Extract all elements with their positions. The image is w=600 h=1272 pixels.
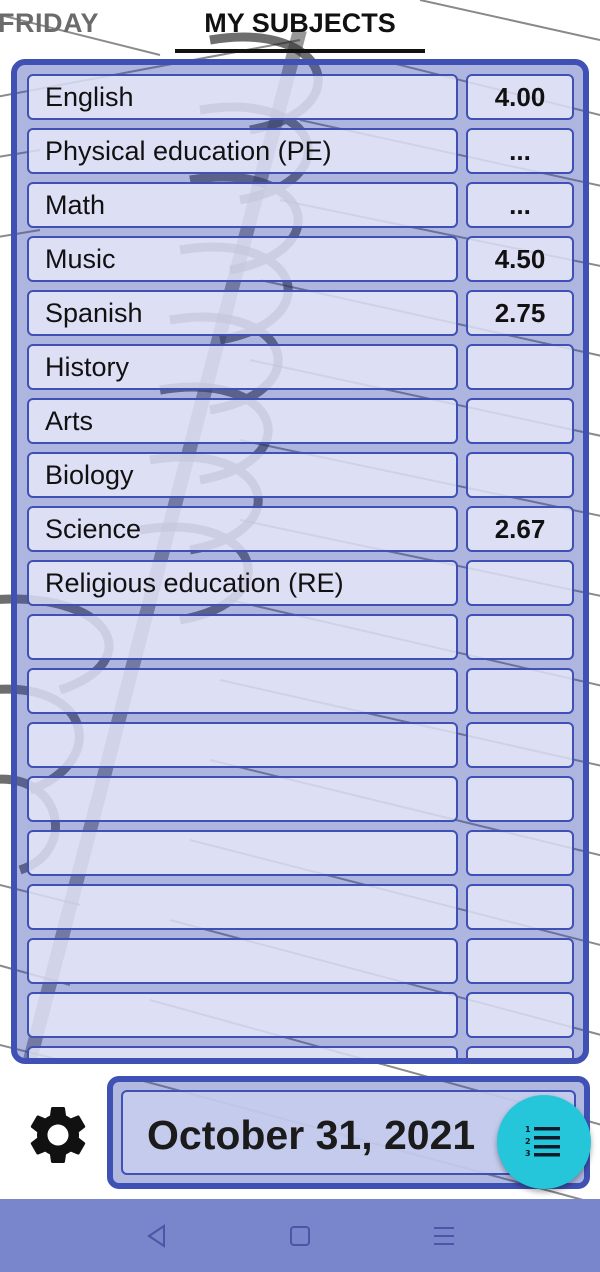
subject-grade-cell[interactable] [466, 1046, 574, 1058]
subject-name-cell[interactable]: Music [27, 236, 458, 282]
subject-grade-cell[interactable] [466, 452, 574, 498]
back-triangle-icon[interactable] [144, 1223, 170, 1249]
subject-name-cell[interactable] [27, 614, 458, 660]
subject-row: Biology [27, 452, 575, 498]
subject-name-cell[interactable] [27, 1046, 458, 1058]
subject-name-cell[interactable] [27, 992, 458, 1038]
subject-name-cell[interactable] [27, 776, 458, 822]
subject-grade-cell[interactable] [466, 884, 574, 930]
subject-name-cell[interactable] [27, 722, 458, 768]
subject-grade-cell[interactable] [466, 776, 574, 822]
subject-name-cell[interactable] [27, 938, 458, 984]
subject-grade-cell[interactable] [466, 398, 574, 444]
subject-row: Physical education (PE)... [27, 128, 575, 174]
subject-name-cell[interactable]: Arts [27, 398, 458, 444]
tab-friday[interactable]: FRIDAY [0, 8, 99, 39]
numbered-list-icon: 1 2 3 [525, 1125, 560, 1158]
subject-grade-cell[interactable] [466, 614, 574, 660]
subject-row: Arts [27, 398, 575, 444]
subject-grade-cell[interactable] [466, 938, 574, 984]
subject-row: English 4.00 [27, 74, 575, 120]
subject-name-cell[interactable]: Spanish [27, 290, 458, 336]
subject-grade-cell[interactable]: ... [466, 128, 574, 174]
tab-my-subjects[interactable]: MY SUBJECTS [175, 8, 425, 39]
subject-grade-cell[interactable] [466, 830, 574, 876]
subject-grade-cell[interactable] [466, 668, 574, 714]
subject-name-cell[interactable]: Science [27, 506, 458, 552]
tab-bar: FRIDAY MY SUBJECTS [0, 0, 600, 56]
gear-icon[interactable] [23, 1100, 93, 1170]
subject-row [27, 614, 575, 660]
subject-name-cell[interactable]: History [27, 344, 458, 390]
subject-row [27, 668, 575, 714]
svg-text:2: 2 [525, 1137, 531, 1146]
subject-row: History [27, 344, 575, 390]
subject-row [27, 830, 575, 876]
subject-name-cell[interactable] [27, 668, 458, 714]
subject-row: Math... [27, 182, 575, 228]
subject-grade-cell[interactable]: 2.67 [466, 506, 574, 552]
subject-grade-cell[interactable] [466, 722, 574, 768]
subject-grade-cell[interactable]: 4.00 [466, 74, 574, 120]
active-tab-indicator [175, 49, 425, 53]
svg-text:3: 3 [525, 1149, 531, 1158]
current-date: October 31, 2021 [147, 1112, 476, 1158]
subject-row: Religious education (RE) [27, 560, 575, 606]
numbered-list-button[interactable]: 1 2 3 [497, 1095, 591, 1189]
subject-row: Music 4.50 [27, 236, 575, 282]
subject-name-cell[interactable]: Math [27, 182, 458, 228]
subject-row [27, 992, 575, 1038]
subject-row [27, 722, 575, 768]
subject-row: Science 2.67 [27, 506, 575, 552]
subjects-panel: English 4.00 Physical education (PE)... Mat… [11, 59, 589, 1064]
subject-row [27, 1046, 575, 1058]
subject-grade-cell[interactable] [466, 344, 574, 390]
subject-name-cell[interactable] [27, 884, 458, 930]
subject-name-cell[interactable]: English [27, 74, 458, 120]
subject-name-cell[interactable] [27, 830, 458, 876]
subject-grade-cell[interactable]: 2.75 [466, 290, 574, 336]
subject-row [27, 776, 575, 822]
subject-grade-cell[interactable] [466, 992, 574, 1038]
subject-name-cell[interactable]: Physical education (PE) [27, 128, 458, 174]
subject-name-cell[interactable]: Biology [27, 452, 458, 498]
subject-grade-cell[interactable] [466, 560, 574, 606]
subject-grade-cell[interactable]: ... [466, 182, 574, 228]
subject-name-cell[interactable]: Religious education (RE) [27, 560, 458, 606]
home-square-icon[interactable] [287, 1223, 313, 1249]
system-navigation-bar [0, 1199, 600, 1272]
subject-row [27, 884, 575, 930]
subjects-list: English 4.00 Physical education (PE)... Mat… [27, 74, 575, 1058]
menu-lines-icon[interactable] [431, 1223, 457, 1249]
subject-row [27, 938, 575, 984]
svg-text:1: 1 [525, 1125, 531, 1134]
subject-row: Spanish 2.75 [27, 290, 575, 336]
subject-grade-cell[interactable]: 4.50 [466, 236, 574, 282]
